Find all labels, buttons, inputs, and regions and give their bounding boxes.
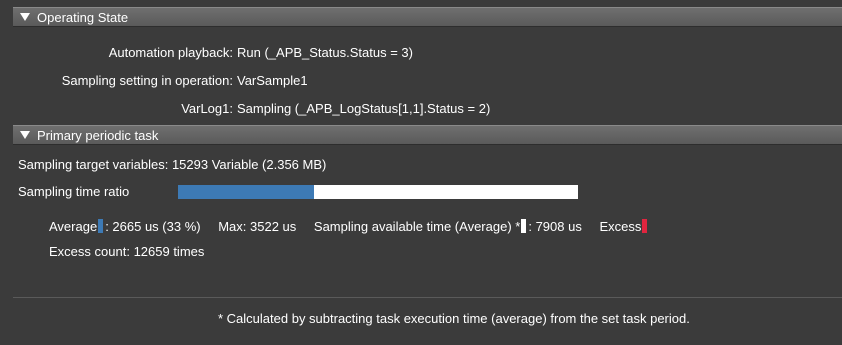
max-value: 3522 us [250,219,297,234]
collapse-triangle-icon[interactable] [20,13,30,21]
excess-swatch-icon [642,219,648,233]
excess-count-value: 12659 times [133,244,205,259]
primary-task-header[interactable]: Primary periodic task [13,125,842,145]
target-vars-label: Sampling target variables [18,157,165,172]
apb-status-panel: Operating State Automation playback: Run… [8,7,842,345]
target-vars-value: 15293 Variable (2.356 MB) [171,157,327,172]
target-vars-row: Sampling target variables: 15293 Variabl… [18,157,327,172]
automation-playback-value: Run (_APB_Status.Status = 3) [237,45,413,60]
sampling-setting-label: Sampling setting in operation [61,73,230,88]
time-ratio-label: Sampling time ratio [18,184,130,199]
average-swatch-icon [98,219,104,233]
excess-count-row: Excess count: 12659 times [49,244,205,259]
average-stat: Average: 2665 us (33 %) [49,219,201,234]
collapse-triangle-icon[interactable] [20,131,30,139]
available-swatch-icon [521,219,527,233]
stats-row: Average: 2665 us (33 %) Max: 3522 us Sam… [49,219,663,234]
varlog-value: Sampling (_APB_LogStatus[1,1].Status = 2… [237,101,491,116]
max-label: Max [218,219,243,234]
sampling-setting-row: Sampling setting in operation: VarSample… [61,73,308,88]
available-value: 7908 us [535,219,582,234]
sampling-setting-value: VarSample1 [237,73,308,88]
excess-label: Excess [599,219,642,234]
varlog-label: VarLog1 [181,101,230,116]
automation-playback-row: Automation playback: Run (_APB_Status.St… [108,45,413,60]
max-stat: Max: 3522 us [218,219,297,234]
excess-count-label: Excess count [49,244,127,259]
time-ratio-bar-fill [178,185,314,199]
operating-state-title: Operating State [37,9,129,25]
operating-state-header[interactable]: Operating State [13,7,842,27]
available-label: Sampling available time (Average) * [313,219,521,234]
varlog-row: VarLog1: Sampling (_APB_LogStatus[1,1].S… [181,101,491,116]
average-value: 2665 us (33 %) [112,219,201,234]
average-label: Average [49,219,98,234]
time-ratio-bar [178,185,578,199]
excess-stat: Excess [599,219,649,234]
footer-divider [13,297,842,298]
footnote: * Calculated by subtracting task executi… [218,311,690,326]
available-stat: Sampling available time (Average) *: 790… [313,219,582,234]
automation-playback-label: Automation playback [108,45,230,60]
primary-task-title: Primary periodic task [37,127,159,143]
